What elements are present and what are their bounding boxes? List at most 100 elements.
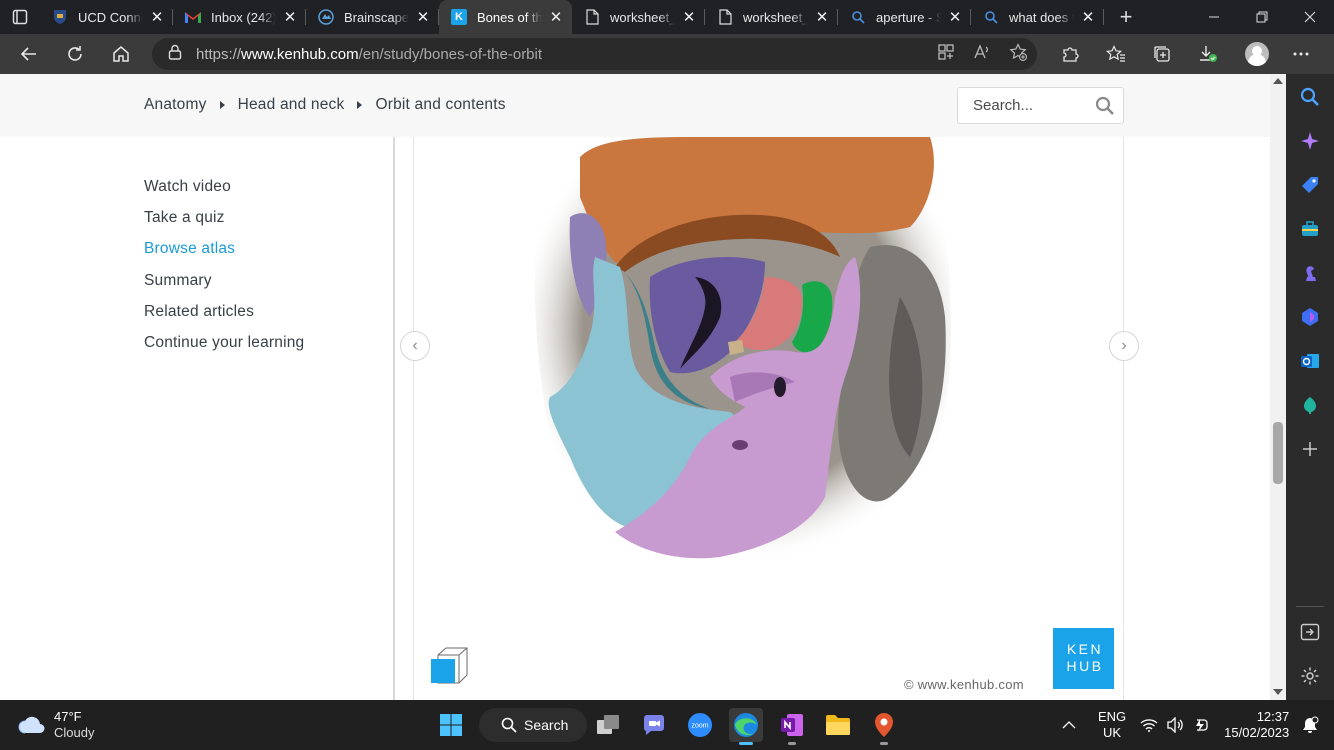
back-button[interactable] xyxy=(6,34,52,74)
breadcrumb-head-and-neck[interactable]: Head and neck xyxy=(238,96,345,114)
close-icon[interactable]: ✕ xyxy=(149,8,165,26)
breadcrumb-orbit-and-contents[interactable]: Orbit and contents xyxy=(375,96,505,114)
notifications-bell-icon[interactable] xyxy=(1301,716,1319,734)
battery-charging-icon[interactable] xyxy=(1192,717,1210,733)
tools-briefcase-icon[interactable] xyxy=(1298,217,1322,241)
tab-what-does-search[interactable]: what does t ✕ xyxy=(971,0,1104,34)
nav-continue-learning[interactable]: Continue your learning xyxy=(144,334,304,365)
kenhub-icon: K xyxy=(451,9,467,25)
browser-toolbar: https://www.kenhub.com/en/study/bones-of… xyxy=(0,34,1334,74)
sidebar-settings-gear-icon[interactable] xyxy=(1298,664,1322,688)
tab-ucd-connect[interactable]: UCD Connect ✕ xyxy=(40,0,173,34)
outlook-icon[interactable] xyxy=(1298,349,1322,373)
extensions-button[interactable] xyxy=(1047,34,1093,74)
shopping-tag-icon[interactable] xyxy=(1298,173,1322,197)
collections-icon xyxy=(1154,46,1170,62)
sidebar-search-icon[interactable] xyxy=(1298,85,1322,109)
restore-button[interactable] xyxy=(1238,0,1286,34)
close-icon[interactable]: ✕ xyxy=(1080,8,1096,26)
tab-worksheet-2[interactable]: worksheet_ ✕ xyxy=(705,0,838,34)
close-icon[interactable]: ✕ xyxy=(415,8,431,26)
close-icon xyxy=(1304,11,1316,23)
running-indicator xyxy=(880,742,888,745)
kenhub-logo[interactable]: KEN HUB xyxy=(1053,628,1114,689)
tab-aperture-search[interactable]: aperture - S ✕ xyxy=(838,0,971,34)
new-tab-button[interactable]: + xyxy=(1108,0,1144,34)
system-clock[interactable]: 12:37 15/02/2023 xyxy=(1224,709,1289,741)
taskbar-search[interactable]: Search xyxy=(479,708,587,742)
games-chess-icon[interactable] xyxy=(1298,261,1322,285)
gmail-icon xyxy=(185,9,201,25)
close-window-button[interactable] xyxy=(1286,0,1334,34)
prev-image-button[interactable]: ‹ xyxy=(400,331,430,361)
settings-more-button[interactable] xyxy=(1283,34,1319,74)
microsoft-365-icon[interactable] xyxy=(1298,305,1322,329)
file-explorer-button[interactable] xyxy=(821,708,855,742)
3d-cube-icon[interactable] xyxy=(430,647,468,685)
download-icon xyxy=(1200,46,1217,62)
app-available-icon[interactable] xyxy=(937,43,955,65)
tab-title: Bones of the xyxy=(477,9,542,25)
weather-description: Cloudy xyxy=(54,725,95,740)
tab-actions-button[interactable] xyxy=(0,0,40,34)
page-scrollbar[interactable] xyxy=(1270,74,1286,700)
input-language[interactable]: ENG UK xyxy=(1098,709,1126,741)
start-button[interactable] xyxy=(434,708,468,742)
tab-brainscape[interactable]: Brainscape ✕ xyxy=(306,0,439,34)
teams-chat-button[interactable] xyxy=(637,708,671,742)
search-input[interactable]: Search... xyxy=(957,87,1124,124)
tab-bones-of-the-orbit[interactable]: K Bones of the ✕ xyxy=(439,0,572,34)
task-view-button[interactable] xyxy=(591,708,625,742)
tab-worksheet-1[interactable]: worksheet_ ✕ xyxy=(572,0,705,34)
downloads-button[interactable] xyxy=(1185,34,1231,74)
profile-avatar[interactable] xyxy=(1245,42,1269,66)
copilot-sparkle-icon[interactable] xyxy=(1298,129,1322,153)
drop-tree-icon[interactable] xyxy=(1298,393,1322,417)
nav-take-a-quiz[interactable]: Take a quiz xyxy=(144,209,304,240)
browser-tab-strip: UCD Connect ✕ Inbox (242) ✕ Brainscape ✕… xyxy=(0,0,1334,34)
nav-related-articles[interactable]: Related articles xyxy=(144,303,304,334)
zoom-app-button[interactable]: zoom xyxy=(683,708,717,742)
address-bar[interactable]: https://www.kenhub.com/en/study/bones-of… xyxy=(152,38,1037,70)
breadcrumb-anatomy[interactable]: Anatomy xyxy=(144,96,207,114)
nav-browse-atlas[interactable]: Browse atlas xyxy=(144,240,304,271)
onenote-app-button[interactable] xyxy=(775,708,809,745)
close-icon[interactable]: ✕ xyxy=(548,8,564,26)
volume-icon[interactable] xyxy=(1166,717,1184,733)
ucd-crest-icon xyxy=(52,9,68,25)
maps-app-button[interactable] xyxy=(867,708,901,745)
next-image-button[interactable]: › xyxy=(1109,331,1139,361)
add-plus-icon[interactable] xyxy=(1298,437,1322,461)
add-favorite-icon[interactable] xyxy=(1009,43,1027,65)
read-aloud-icon[interactable] xyxy=(973,43,991,65)
wifi-icon[interactable] xyxy=(1140,718,1158,732)
tab-title: Inbox (242) xyxy=(211,9,276,25)
minimize-button[interactable] xyxy=(1190,0,1238,34)
close-icon[interactable]: ✕ xyxy=(282,8,298,26)
collections-button[interactable] xyxy=(1139,34,1185,74)
nav-summary[interactable]: Summary xyxy=(144,272,304,303)
favorites-button[interactable] xyxy=(1093,34,1139,74)
close-icon[interactable]: ✕ xyxy=(814,8,830,26)
hide-sidebar-icon[interactable] xyxy=(1298,620,1322,644)
close-icon[interactable]: ✕ xyxy=(947,8,963,26)
scroll-up-arrow-icon[interactable] xyxy=(1273,78,1283,84)
close-icon[interactable]: ✕ xyxy=(681,8,697,26)
search-icon xyxy=(501,717,517,733)
search-icon[interactable] xyxy=(1095,96,1115,120)
search-icon xyxy=(983,9,999,25)
refresh-button[interactable] xyxy=(52,34,98,74)
lock-icon[interactable] xyxy=(168,44,196,64)
language-code: ENG xyxy=(1098,709,1127,724)
weather-widget[interactable]: 47°F Cloudy xyxy=(18,709,94,741)
tab-actions-icon xyxy=(12,9,28,25)
chevron-up-icon[interactable] xyxy=(1062,720,1076,730)
tab-gmail-inbox[interactable]: Inbox (242) ✕ xyxy=(173,0,306,34)
scrollbar-thumb[interactable] xyxy=(1273,422,1283,484)
scroll-down-arrow-icon[interactable] xyxy=(1273,689,1283,695)
home-button[interactable] xyxy=(98,34,144,74)
edge-app-button[interactable] xyxy=(729,708,763,745)
restore-icon xyxy=(1256,11,1268,23)
nav-watch-video[interactable]: Watch video xyxy=(144,178,304,209)
edge-sidebar xyxy=(1286,74,1334,700)
